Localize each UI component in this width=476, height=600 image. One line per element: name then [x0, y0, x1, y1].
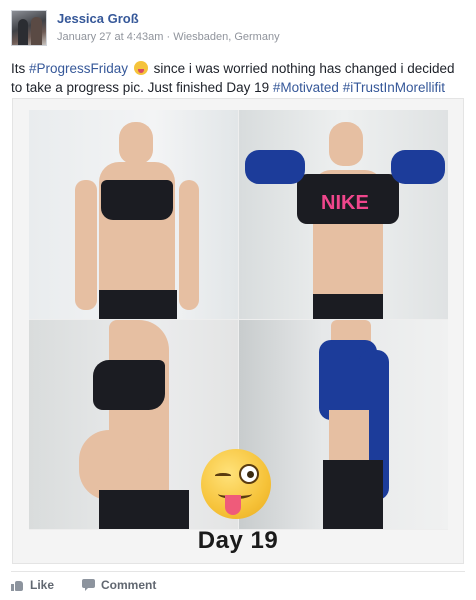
like-label: Like — [30, 578, 55, 592]
comment-icon — [82, 579, 95, 591]
photo-front-view — [29, 110, 238, 319]
avatar-figure — [31, 17, 42, 45]
author-name[interactable]: Jessica Groß — [57, 11, 139, 26]
tongue-emoji-icon — [133, 61, 148, 75]
post-text: Its #ProgressFriday since i was worried … — [11, 59, 471, 97]
shirt-logo-text: NIKE — [321, 192, 369, 214]
post-meta: January 27 at 4:43am · Wiesbaden, German… — [57, 31, 280, 43]
meta-separator: · — [166, 31, 171, 43]
post-location[interactable]: Wiesbaden, Germany — [173, 31, 279, 43]
post-text-line-1: Its #ProgressFriday since i was worried … — [11, 59, 471, 78]
avatar-figure — [18, 19, 28, 45]
like-button[interactable]: Like — [11, 578, 54, 592]
hashtag-progressfriday[interactable]: #ProgressFriday — [29, 61, 128, 76]
post-text-part: since i was worried nothing has changed … — [149, 61, 455, 76]
avatar[interactable] — [11, 10, 47, 46]
hashtag-itrustinmorellifit[interactable]: #iTrustInMorellifit — [343, 80, 445, 95]
comment-button[interactable]: Comment — [82, 578, 156, 592]
post-text-line-2: to take a progress pic. Just finished Da… — [11, 78, 471, 97]
image-caption: Day 19 — [197, 527, 279, 554]
facebook-post: Jessica Groß January 27 at 4:43am · Wies… — [0, 0, 476, 600]
post-date[interactable]: January 27 at 4:43am — [57, 31, 163, 43]
post-text-part: Its — [11, 61, 30, 76]
divider — [11, 571, 465, 572]
thumbs-up-icon — [11, 579, 24, 591]
comment-label: Comment — [101, 578, 157, 592]
winking-tongue-emoji-icon — [201, 449, 271, 519]
photo-side-view-shirt — [239, 320, 448, 529]
hashtag-motivated[interactable]: #Motivated — [273, 80, 339, 95]
post-text-part: to take a progress pic. Just finished Da… — [11, 80, 273, 95]
photo-flex-view: NIKE — [239, 110, 448, 319]
